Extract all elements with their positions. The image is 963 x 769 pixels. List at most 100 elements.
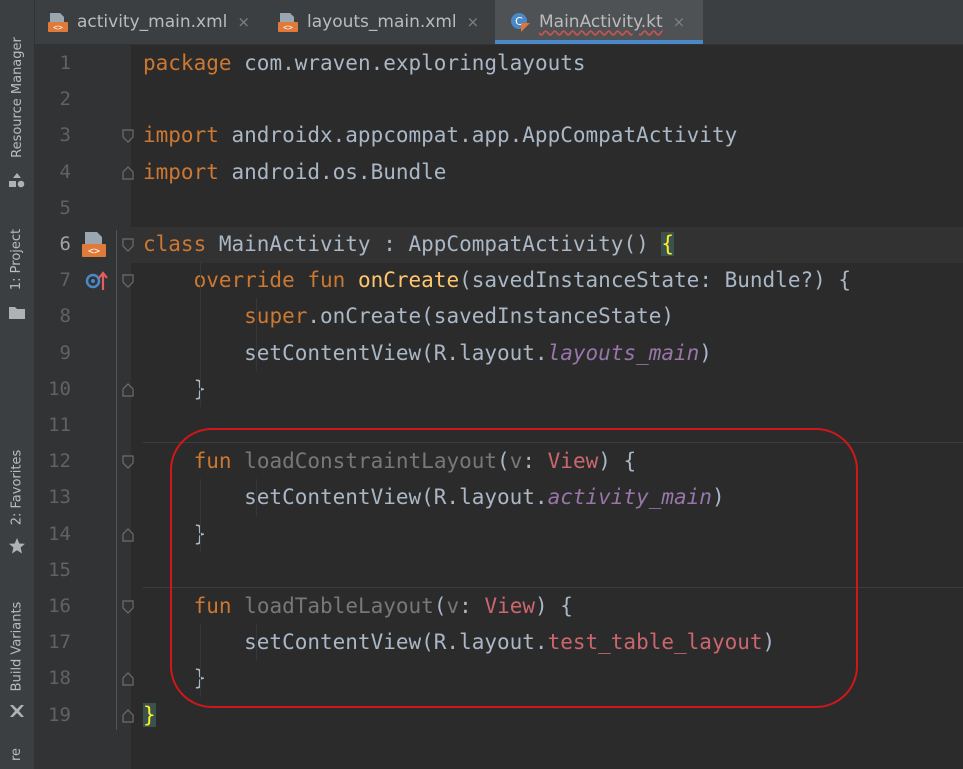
code-token: activity_main	[547, 485, 712, 510]
resource-manager-icon	[9, 173, 25, 188]
code-line[interactable]: }	[143, 660, 207, 696]
code-line[interactable]: }	[143, 516, 207, 552]
code-token: layouts_main	[547, 340, 700, 365]
fold-open-icon[interactable]	[122, 238, 134, 252]
fold-close-icon[interactable]	[122, 165, 134, 180]
code-token: ) {	[535, 594, 573, 618]
code-token: (	[433, 594, 447, 618]
code-line[interactable]: override fun onCreate(savedInstanceState…	[143, 262, 851, 298]
fold-close-icon[interactable]	[122, 527, 134, 542]
code-line[interactable]: import android.os.Bundle	[143, 154, 446, 190]
tab-activity-main[interactable]: <> activity_main.xml ×	[47, 0, 267, 44]
code-token: {	[661, 232, 675, 256]
line-number: 6	[59, 233, 71, 255]
code-token: View	[484, 594, 536, 618]
code-line[interactable]: super.onCreate(savedInstanceState)	[143, 298, 674, 334]
code-token: override fun	[193, 268, 346, 293]
line-number: 15	[48, 558, 71, 581]
line-number: 1	[59, 52, 71, 74]
code-token: }	[143, 376, 207, 401]
code-token: onCreate	[357, 268, 460, 293]
code-token: (savedInstanceState: Bundle?) {	[459, 268, 852, 293]
svg-text:<>: <>	[53, 23, 63, 32]
resource-manager-tool[interactable]: Resource Manager	[0, 10, 34, 190]
xml-file-icon: <>	[278, 13, 298, 32]
code-token: )	[762, 630, 776, 655]
code-line[interactable]: class MainActivity : AppCompatActivity()…	[143, 226, 675, 262]
code-token: loadTableLayout	[244, 594, 434, 618]
fold-open-icon[interactable]	[122, 274, 134, 289]
code-token: v	[446, 594, 460, 618]
line-number: 10	[48, 377, 71, 400]
override-icon[interactable]	[84, 268, 110, 294]
code-line[interactable]: }	[143, 697, 156, 733]
code-line[interactable]: }	[143, 371, 207, 407]
code-token: ) {	[598, 449, 637, 474]
build-variants-icon	[10, 705, 24, 717]
indent-guide	[256, 479, 257, 516]
kotlin-file-icon: C	[511, 13, 530, 32]
line-number: 11	[48, 414, 71, 436]
code-token: }	[143, 521, 207, 546]
code-token: import	[143, 159, 219, 184]
close-icon[interactable]: ×	[467, 13, 480, 31]
code-line[interactable]: fun loadTableLayout(v: View) {	[143, 588, 573, 624]
layout-file-icon[interactable]: <>	[80, 230, 108, 260]
tab-layouts-main[interactable]: <> layouts_main.xml ×	[277, 0, 493, 44]
line-number: 8	[59, 305, 71, 328]
code-token: test_table_layout	[547, 630, 763, 655]
code-token: )	[699, 340, 712, 365]
line-number: 13	[48, 486, 71, 509]
fold-open-icon[interactable]	[122, 455, 134, 470]
code-token: v	[509, 449, 523, 474]
gutter-divider	[116, 230, 117, 730]
xml-file-icon: <>	[48, 13, 68, 32]
code-token: com.wraven.exploringlayouts	[231, 51, 586, 75]
tab-main-activity[interactable]: C MainActivity.kt ×	[495, 0, 703, 44]
extra-tool[interactable]: re	[0, 745, 34, 769]
fold-open-icon[interactable]	[122, 600, 134, 614]
code-line[interactable]: fun loadConstraintLayout(v: View) {	[143, 443, 637, 479]
fold-open-icon[interactable]	[122, 129, 134, 144]
line-number: 18	[48, 667, 71, 690]
code-token: (	[497, 449, 510, 474]
code-line[interactable]: package com.wraven.exploringlayouts	[143, 45, 586, 81]
code-token: setContentView(R.layout.	[143, 340, 548, 365]
code-token: class	[143, 232, 207, 256]
fold-close-icon[interactable]	[122, 382, 134, 397]
build-variants-tool[interactable]: Build Variants	[0, 585, 34, 725]
fold-close-icon[interactable]	[122, 672, 134, 686]
line-number: 7	[59, 269, 71, 292]
fold-close-icon[interactable]	[122, 708, 134, 723]
code-line[interactable]: setContentView(R.layout.test_table_layou…	[143, 624, 775, 660]
indent-guide	[200, 479, 201, 552]
close-icon[interactable]: ×	[673, 13, 686, 31]
code-token: View	[547, 449, 599, 474]
project-tool[interactable]: 1: Project	[0, 220, 34, 330]
line-number: 4	[59, 160, 71, 183]
code-token: package	[143, 51, 232, 75]
code-token: setContentView(R.layout.	[143, 485, 548, 510]
project-tool-label: 1: Project	[9, 228, 25, 291]
tool-window-strip: Resource Manager 1: Project 2: Favorites…	[0, 0, 35, 769]
line-number: 19	[48, 703, 71, 726]
code-line[interactable]: setContentView(R.layout.layouts_main)	[143, 335, 712, 371]
code-token: fun	[193, 449, 232, 474]
code-token: super	[244, 304, 308, 329]
code-line[interactable]: import androidx.appcompat.app.AppCompatA…	[143, 117, 737, 153]
indent-guide	[256, 298, 257, 371]
code-token: import	[143, 123, 219, 148]
code-token: android.os.Bundle	[218, 159, 447, 184]
code-token: }	[143, 702, 156, 727]
extra-tool-label: re	[9, 747, 25, 762]
code-line[interactable]: setContentView(R.layout.activity_main)	[143, 479, 724, 515]
favorites-tool[interactable]: 2: Favorites	[0, 440, 34, 560]
line-number: 9	[59, 341, 71, 364]
code-token: :	[459, 594, 485, 618]
close-icon[interactable]: ×	[237, 13, 250, 31]
